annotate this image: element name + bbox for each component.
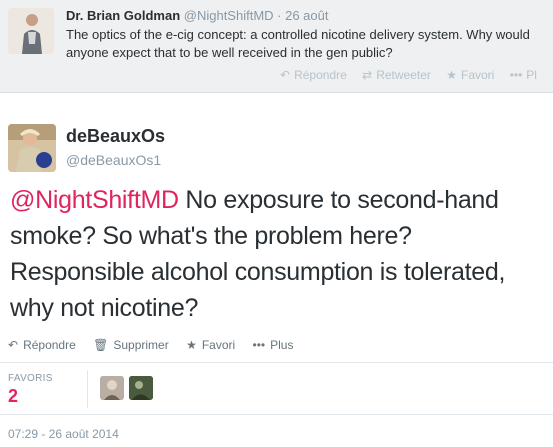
parent-tweet-text: The optics of the e-cig concept: a contr… (66, 27, 530, 60)
reply-arrow-icon: ↶ (280, 68, 291, 82)
more-button[interactable]: ••• Plus (253, 338, 294, 352)
favoriter-avatar[interactable] (129, 376, 153, 400)
delete-button[interactable]: 🗑︎ Supprimer (93, 338, 172, 352)
retweet-icon: ⇄ (362, 68, 373, 82)
divider (0, 414, 553, 415)
author-handle[interactable]: @deBeauxOs1 (66, 152, 161, 168)
parent-more-button[interactable]: ••• Pl (510, 68, 537, 82)
parent-retweet-button[interactable]: ⇄ Retweeter (362, 68, 434, 82)
tweet-actions: ↶ Répondre 🗑︎ Supprimer ★ Favori ••• Plus (8, 338, 307, 352)
tweet-text: @NightShiftMD No exposure to second-hand… (10, 182, 550, 326)
favorites-count[interactable]: 2 (8, 386, 18, 407)
favoriter-avatar[interactable] (100, 376, 124, 400)
reply-button[interactable]: ↶ Répondre (8, 338, 79, 352)
parent-tweet-actions: ↶ Répondre ⇄ Retweeter ★ Favori ••• Pl (280, 68, 549, 82)
ellipsis-icon: ••• (252, 338, 266, 352)
author-avatar[interactable] (8, 124, 56, 172)
ellipsis-icon: ••• (509, 68, 523, 82)
parent-reply-label: Répondre (294, 68, 347, 82)
parent-favorite-label: Favori (461, 68, 495, 82)
reply-arrow-icon: ↶ (8, 338, 19, 352)
parent-author-name[interactable]: Dr. Brian Goldman (66, 8, 180, 23)
parent-author-handle[interactable]: @NightShiftMD (184, 8, 274, 23)
star-icon: ★ (186, 338, 197, 352)
parent-tweet-header: Dr. Brian Goldman @NightShiftMD · 26 aoû… (66, 8, 329, 23)
favorites-separator (87, 370, 88, 408)
parent-more-label: Pl (526, 68, 537, 82)
reply-label: Répondre (23, 338, 76, 352)
star-icon: ★ (446, 68, 457, 82)
delete-label: Supprimer (113, 338, 169, 352)
favorite-button[interactable]: ★ Favori (186, 338, 238, 352)
favorites-label: FAVORIS (8, 373, 53, 384)
divider (0, 362, 553, 363)
tweet-timestamp[interactable]: 07:29 - 26 août 2014 (8, 427, 119, 441)
mention-link[interactable]: @NightShiftMD (10, 186, 179, 214)
parent-reply-button[interactable]: ↶ Répondre (280, 68, 350, 82)
parent-tweet-date[interactable]: · 26 août (277, 8, 328, 23)
trash-icon: 🗑︎ (93, 338, 109, 352)
parent-tweet[interactable]: Dr. Brian Goldman @NightShiftMD · 26 aoû… (0, 0, 553, 93)
parent-favorite-button[interactable]: ★ Favori (446, 68, 497, 82)
author-name[interactable]: deBeauxOs (66, 126, 165, 147)
parent-author-avatar[interactable] (8, 8, 54, 54)
more-label: Plus (270, 338, 294, 352)
favorite-label: Favori (201, 338, 236, 352)
parent-retweet-label: Retweeter (376, 68, 431, 82)
